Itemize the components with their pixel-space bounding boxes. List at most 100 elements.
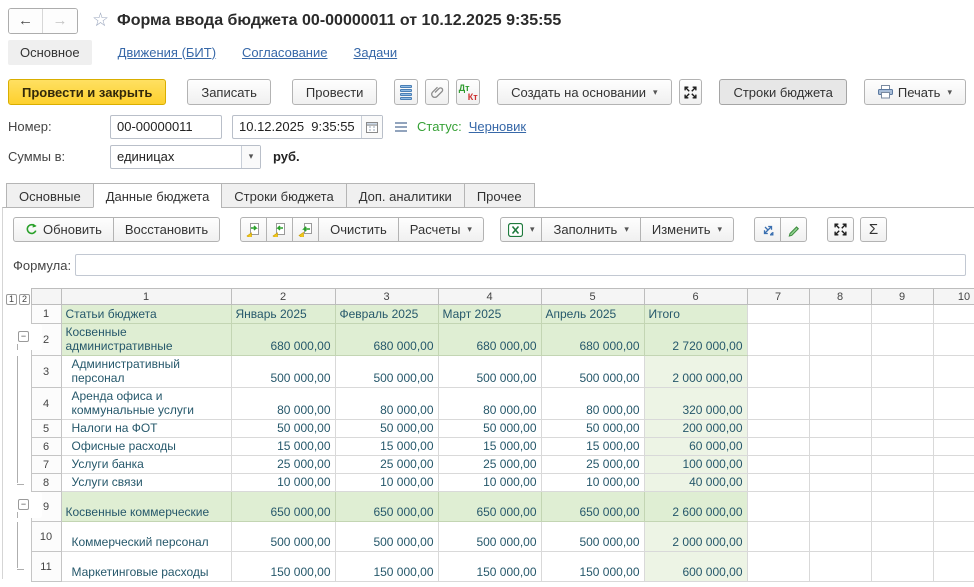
grid-cell-label[interactable]: Офисные расходы	[61, 438, 231, 456]
column-header-3[interactable]: 3	[335, 289, 438, 305]
status-link[interactable]: Черновик	[469, 119, 526, 134]
grid-cell[interactable]	[747, 438, 809, 456]
column-header-2[interactable]: 2	[231, 289, 335, 305]
grid-cell[interactable]	[809, 552, 871, 582]
grid-cell[interactable]	[747, 305, 809, 324]
group-level-2-button[interactable]: 2	[19, 294, 30, 305]
nav-item-tasks[interactable]: Задачи	[353, 45, 397, 60]
clear-button[interactable]: Очистить	[318, 217, 399, 242]
grid-cell[interactable]: 600 000,00	[644, 552, 747, 582]
forward-button[interactable]: →	[43, 9, 77, 33]
row-header-corner[interactable]	[31, 289, 61, 305]
grid-cell-label[interactable]: Административный персонал	[61, 356, 231, 388]
grid-cell[interactable]	[933, 438, 974, 456]
grid-cell[interactable]: 80 000,00	[438, 388, 541, 420]
grid-cell[interactable]	[933, 582, 974, 583]
favorite-star-icon[interactable]: ☆	[92, 11, 109, 31]
grid-cell[interactable]	[747, 582, 809, 583]
grid-cell[interactable]: 25 000,00	[335, 456, 438, 474]
unload-data-button[interactable]	[266, 217, 293, 242]
datetime-input[interactable]	[233, 116, 361, 138]
write-button[interactable]: Записать	[187, 79, 271, 105]
row-number[interactable]: 10	[31, 522, 61, 552]
grid-cell[interactable]	[747, 492, 809, 522]
grid-cell-label[interactable]: Маркетинговые расходы	[61, 552, 231, 582]
calculations-button[interactable]: Расчеты▾	[398, 217, 484, 242]
grid-cell[interactable]: 80 000,00	[541, 388, 644, 420]
budget-rows-button[interactable]: Строки бюджета	[719, 79, 846, 105]
back-button[interactable]: ←	[9, 9, 43, 33]
grid-cell[interactable]: Итого	[644, 305, 747, 324]
grid-cell[interactable]	[644, 582, 747, 583]
calendar-button[interactable]	[361, 116, 382, 138]
grid-cell-label[interactable]: Налоги на ФОТ	[61, 420, 231, 438]
grid-cell-label[interactable]: Услуги связи	[61, 474, 231, 492]
grid-cell[interactable]	[809, 582, 871, 583]
create-based-on-button[interactable]: Создать на основании▾	[497, 79, 671, 105]
column-header-5[interactable]: 5	[541, 289, 644, 305]
row-number[interactable]: 5	[31, 420, 61, 438]
tab-budget-rows[interactable]: Строки бюджета	[221, 183, 346, 208]
grid-cell[interactable]: 50 000,00	[541, 420, 644, 438]
grid-cell[interactable]: 150 000,00	[541, 552, 644, 582]
grid-cell[interactable]: 25 000,00	[541, 456, 644, 474]
column-header-1[interactable]: 1	[61, 289, 231, 305]
grid-cell[interactable]	[747, 388, 809, 420]
grid-cell[interactable]: 50 000,00	[438, 420, 541, 438]
row-number[interactable]: 7	[31, 456, 61, 474]
grid-cell[interactable]	[933, 324, 974, 356]
grid-cell[interactable]: 15 000,00	[231, 438, 335, 456]
grid-cell[interactable]: 2 000 000,00	[644, 522, 747, 552]
grid-cell[interactable]: 500 000,00	[438, 356, 541, 388]
grid-cell[interactable]	[871, 356, 933, 388]
grid-cell[interactable]: 500 000,00	[438, 522, 541, 552]
grid-cell[interactable]: 650 000,00	[438, 492, 541, 522]
column-header-9[interactable]: 9	[871, 289, 933, 305]
grid-cell[interactable]: Апрель 2025	[541, 305, 644, 324]
row-number[interactable]: 3	[31, 356, 61, 388]
grid-cell[interactable]	[871, 324, 933, 356]
grid-fullscreen-button[interactable]	[827, 217, 854, 242]
grid-cell[interactable]: 500 000,00	[231, 522, 335, 552]
grid-cell[interactable]: 60 000,00	[644, 438, 747, 456]
grid-cell[interactable]	[747, 356, 809, 388]
fullscreen-button[interactable]	[679, 79, 703, 105]
collapse-group-button[interactable]: −	[18, 331, 29, 342]
grid-cell[interactable]	[809, 420, 871, 438]
grid-cell[interactable]: 10 000,00	[438, 474, 541, 492]
grid-cell[interactable]: Март 2025	[438, 305, 541, 324]
grid-cell[interactable]	[933, 552, 974, 582]
grid-cell[interactable]: 650 000,00	[335, 492, 438, 522]
grid-cell[interactable]	[871, 456, 933, 474]
grid-cell[interactable]	[871, 522, 933, 552]
grid-cell[interactable]: 50 000,00	[335, 420, 438, 438]
grid-cell[interactable]: 15 000,00	[541, 438, 644, 456]
grid-cell[interactable]	[871, 438, 933, 456]
grid-cell[interactable]	[871, 305, 933, 324]
refresh-button[interactable]: Обновить	[13, 217, 114, 242]
column-header-7[interactable]: 7	[747, 289, 809, 305]
grid-cell[interactable]	[541, 582, 644, 583]
row-number[interactable]: 1	[31, 305, 61, 324]
grid-cell[interactable]: 650 000,00	[231, 492, 335, 522]
grid-cell[interactable]: 500 000,00	[335, 522, 438, 552]
column-header-4[interactable]: 4	[438, 289, 541, 305]
print-button[interactable]: Печать▾	[864, 79, 966, 105]
grid-cell[interactable]: 25 000,00	[231, 456, 335, 474]
grid-cell[interactable]: 40 000,00	[644, 474, 747, 492]
grid-cell[interactable]: 150 000,00	[335, 552, 438, 582]
grid-cell[interactable]: 15 000,00	[335, 438, 438, 456]
grid-cell[interactable]	[933, 456, 974, 474]
grid-cell[interactable]	[933, 305, 974, 324]
grid-cell[interactable]	[871, 388, 933, 420]
excel-export-button[interactable]: ▾	[500, 217, 543, 242]
load-from-template-button[interactable]	[292, 217, 319, 242]
grid-cell[interactable]: 680 000,00	[231, 324, 335, 356]
grid-cell[interactable]: 10 000,00	[231, 474, 335, 492]
grid-cell-label[interactable]: Статьи бюджета	[61, 305, 231, 324]
grid-cell[interactable]: 680 000,00	[541, 324, 644, 356]
grid-cell[interactable]	[933, 492, 974, 522]
sum-button[interactable]: Σ	[860, 217, 887, 242]
column-header-10[interactable]: 10	[933, 289, 974, 305]
nav-item-movements[interactable]: Движения (БИТ)	[118, 45, 216, 60]
